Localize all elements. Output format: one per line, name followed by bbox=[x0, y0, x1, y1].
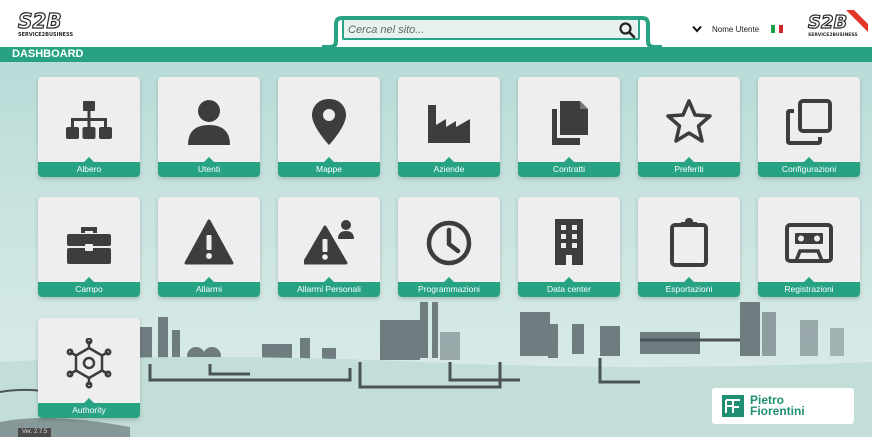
italian-flag-icon[interactable] bbox=[771, 25, 784, 33]
s2b-logo-right: S2B SERVICE2BUSINESS bbox=[807, 10, 868, 38]
map-pin-icon bbox=[312, 99, 346, 145]
warning-icon bbox=[184, 219, 234, 265]
tile-contratti[interactable]: Contratti bbox=[518, 77, 620, 177]
clock-icon bbox=[426, 220, 472, 266]
brand-mark-icon bbox=[722, 395, 744, 417]
tile-label: Utenti bbox=[158, 157, 260, 177]
tile-label: Albero bbox=[38, 157, 140, 177]
tile-preferiti[interactable]: Preferiti bbox=[638, 77, 740, 177]
tile-label: Campo bbox=[38, 277, 140, 297]
tile-allarmi[interactable]: Allarmi bbox=[158, 197, 260, 297]
tile-albero[interactable]: Albero bbox=[38, 77, 140, 177]
personal-warning-icon bbox=[304, 220, 354, 265]
chevron-down-icon[interactable] bbox=[692, 25, 702, 33]
search-icon[interactable] bbox=[618, 21, 636, 39]
star-icon bbox=[666, 99, 712, 143]
tile-allarmi-personali[interactable]: Allarmi Personali bbox=[278, 197, 380, 297]
tile-label: Mappe bbox=[278, 157, 380, 177]
factory-icon bbox=[428, 105, 470, 143]
clipboard-icon bbox=[670, 218, 708, 267]
tile-programmazioni[interactable]: Programmazioni bbox=[398, 197, 500, 297]
page-title: DASHBOARD bbox=[12, 48, 84, 60]
tile-label: Allarmi Personali bbox=[278, 277, 380, 297]
search-area bbox=[322, 14, 662, 48]
copy-icon bbox=[786, 99, 832, 145]
user-icon bbox=[188, 100, 230, 145]
tile-mappe[interactable]: Mappe bbox=[278, 77, 380, 177]
tile-aziende[interactable]: Aziende bbox=[398, 77, 500, 177]
toolbox-icon bbox=[67, 227, 111, 264]
brand-name: Pietro Fiorentini bbox=[750, 394, 805, 418]
svg-text:S2B: S2B bbox=[808, 12, 847, 33]
svg-text:S2B: S2B bbox=[18, 10, 62, 33]
user-name[interactable]: Nome Utente bbox=[712, 25, 759, 34]
search-input[interactable] bbox=[348, 22, 610, 38]
tile-label: Contratti bbox=[518, 157, 620, 177]
svg-text:SERVICE2BUSINESS: SERVICE2BUSINESS bbox=[18, 32, 73, 38]
tile-label: Aziende bbox=[398, 157, 500, 177]
tile-esportazioni[interactable]: Esportazioni bbox=[638, 197, 740, 297]
tile-utenti[interactable]: Utenti bbox=[158, 77, 260, 177]
tile-campo[interactable]: Campo bbox=[38, 197, 140, 297]
svg-text:SERVICE2BUSINESS: SERVICE2BUSINESS bbox=[808, 32, 858, 38]
search-box bbox=[342, 18, 640, 40]
tile-label: Data center bbox=[518, 277, 620, 297]
building-icon bbox=[555, 219, 583, 265]
network-gear-icon bbox=[66, 338, 112, 389]
user-menu[interactable]: Nome Utente bbox=[692, 22, 784, 36]
tile-label: Registrazioni bbox=[758, 277, 860, 297]
tile-label: Esportazioni bbox=[638, 277, 740, 297]
cassette-icon bbox=[785, 223, 833, 263]
s2b-logo[interactable]: S2B SERVICE2BUSINESS bbox=[16, 10, 84, 38]
tile-label: Authority bbox=[38, 398, 140, 418]
tile-label: Configurazioni bbox=[758, 157, 860, 177]
tile-label: Programmazioni bbox=[398, 277, 500, 297]
hierarchy-icon bbox=[66, 101, 112, 139]
brand-line-2: Fiorentini bbox=[750, 404, 805, 418]
tile-label: Allarmi bbox=[158, 277, 260, 297]
version-label: Ver. 2.7.5 bbox=[18, 428, 52, 437]
tile-configurazioni[interactable]: Configurazioni bbox=[758, 77, 860, 177]
pietro-fiorentini-logo: Pietro Fiorentini bbox=[712, 388, 854, 424]
top-header: S2B SERVICE2BUSINESS Nome Utente S2B SER… bbox=[0, 0, 872, 48]
tile-authority[interactable]: Authority bbox=[38, 318, 140, 418]
documents-icon bbox=[552, 101, 588, 145]
dashboard-bar: DASHBOARD bbox=[0, 47, 872, 62]
tile-data-center[interactable]: Data center bbox=[518, 197, 620, 297]
tile-registrazioni[interactable]: Registrazioni bbox=[758, 197, 860, 297]
tile-label: Preferiti bbox=[638, 157, 740, 177]
